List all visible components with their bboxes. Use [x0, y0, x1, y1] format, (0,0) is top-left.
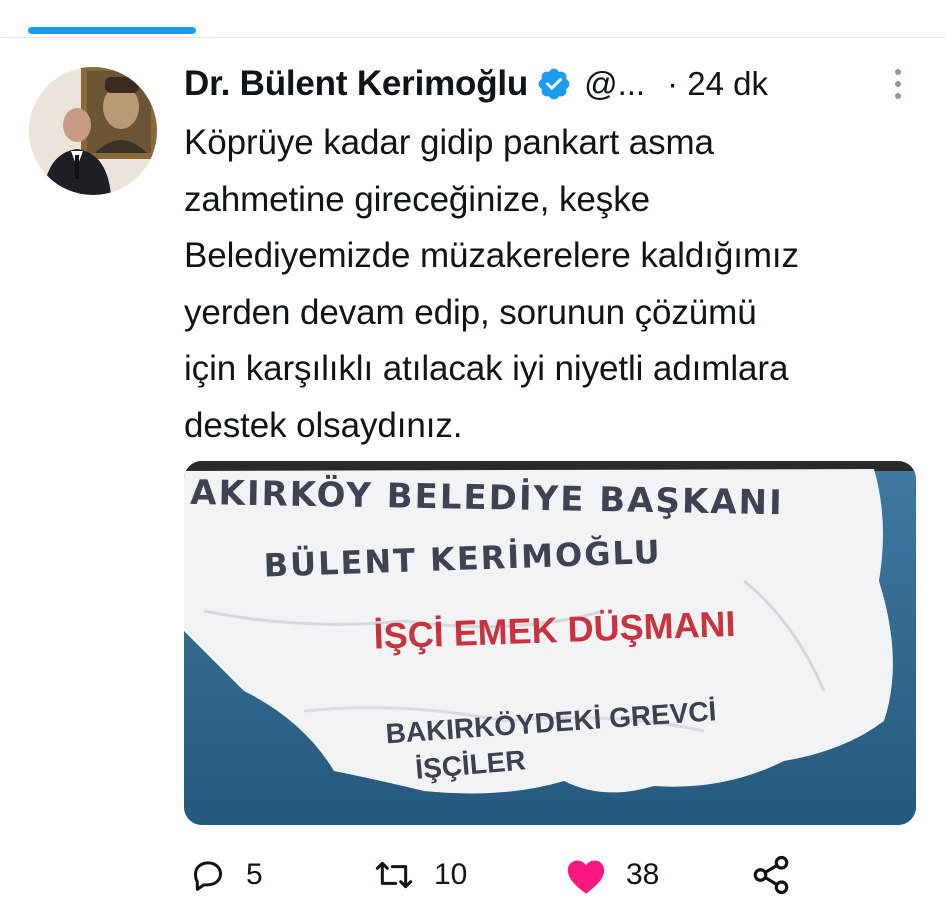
reply-count: 5: [246, 858, 263, 891]
divider: [0, 37, 945, 38]
avatar-image: [29, 67, 157, 195]
avatar[interactable]: [29, 67, 157, 195]
timestamp[interactable]: · 24 dk: [667, 65, 768, 103]
display-name[interactable]: Dr. Bülent Kerimoğlu: [184, 64, 528, 104]
handle[interactable]: @...: [584, 65, 645, 103]
reply-button[interactable]: 5: [188, 848, 263, 902]
reply-icon: [194, 861, 222, 891]
share-button[interactable]: [750, 848, 792, 902]
heart-icon: [567, 860, 605, 894]
tweet-header: Dr. Bülent Kerimoğlu @... · 24 dk: [184, 58, 924, 110]
action-bar: 5 10 38: [184, 848, 924, 902]
tab-indicator: [28, 27, 196, 34]
like-button[interactable]: 38: [564, 848, 659, 902]
tweet-media[interactable]: AKIRKÖY BELEDİYE BAŞKANI BÜLENT KERİMOĞL…: [184, 461, 916, 825]
retweet-icon: [375, 861, 413, 889]
like-count: 38: [626, 858, 660, 891]
banner-photo: AKIRKÖY BELEDİYE BAŞKANI BÜLENT KERİMOĞL…: [184, 461, 916, 825]
more-vertical-icon[interactable]: [892, 66, 904, 102]
retweet-count: 10: [434, 858, 468, 891]
retweet-button[interactable]: 10: [372, 848, 467, 902]
tweet-text: Köprüye kadar gidip pankart asma zahmeti…: [184, 123, 799, 445]
share-icon: [753, 855, 789, 895]
verified-badge-icon: [538, 68, 570, 100]
